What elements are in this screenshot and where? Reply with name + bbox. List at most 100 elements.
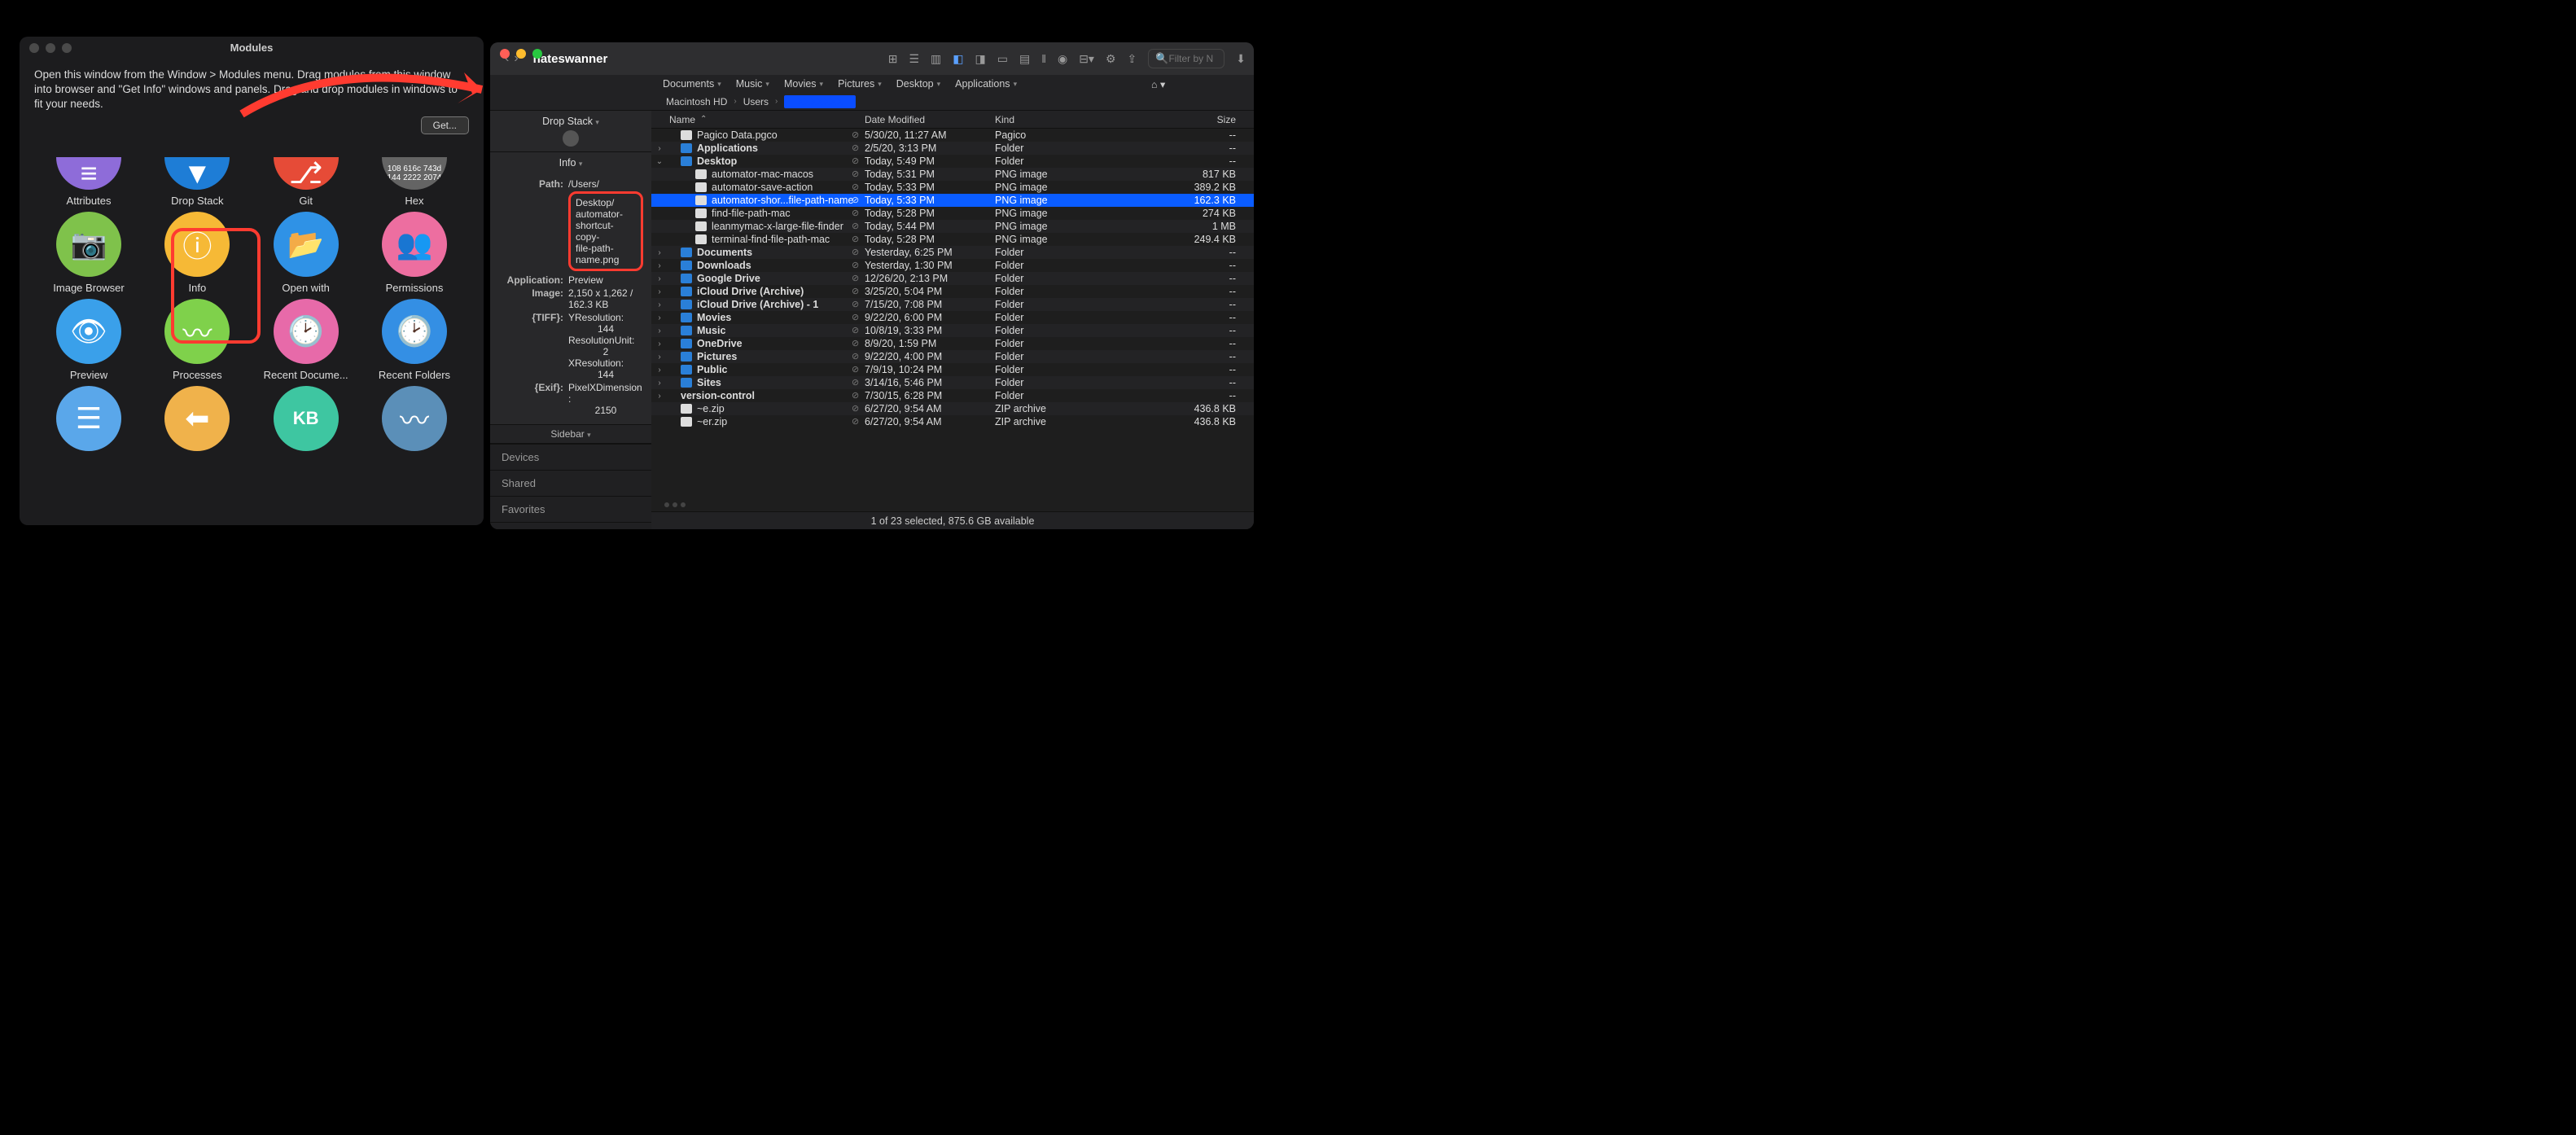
share-icon[interactable]: ⇪ [1128, 52, 1137, 66]
sidebar-header[interactable]: Sidebar [550, 428, 584, 440]
disclosure-icon[interactable]: › [655, 366, 664, 375]
crumb-users[interactable]: Users [743, 96, 769, 107]
quicklook-icon[interactable]: ◉ [1058, 52, 1067, 66]
disclosure-icon[interactable]: › [655, 261, 664, 270]
view-icon[interactable]: ◨ [975, 52, 985, 66]
file-row[interactable]: ›Movies9/22/20, 6:00 PMFolder-- [651, 311, 1254, 324]
file-row[interactable]: ›Sites3/14/16, 5:46 PMFolder-- [651, 376, 1254, 389]
file-size: 817 KB [1158, 169, 1254, 180]
favorite-pictures[interactable]: Pictures▾ [838, 78, 882, 90]
file-row[interactable]: ~e.zip6/27/20, 9:54 AMZIP archive436.8 K… [651, 402, 1254, 415]
download-icon[interactable]: ⬇ [1236, 52, 1246, 66]
drop-stack-header[interactable]: Drop Stack [542, 116, 593, 127]
minimize-icon[interactable] [516, 49, 526, 59]
module-drop-stack[interactable]: ▼ Drop Stack [152, 157, 242, 207]
file-row[interactable]: find-file-path-macToday, 5:28 PMPNG imag… [651, 207, 1254, 220]
file-row[interactable]: ~er.zip6/27/20, 9:54 AMZIP archive436.8 … [651, 415, 1254, 428]
icon-view-icon[interactable]: ⊞ [888, 52, 898, 66]
file-row[interactable]: Pagico Data.pgco5/30/20, 11:27 AMPagico-… [651, 129, 1254, 142]
sidebar-devices[interactable]: Devices [490, 444, 651, 470]
module-recent-documents[interactable]: 🕑 Recent Docume... [261, 299, 351, 381]
file-row[interactable]: terminal-find-file-path-macToday, 5:28 P… [651, 233, 1254, 246]
module-git[interactable]: ⎇ Git [261, 157, 351, 207]
file-row[interactable]: ›Applications2/5/20, 3:13 PMFolder-- [651, 142, 1254, 155]
crumb-user-redacted[interactable]: XXXXXXX [784, 95, 856, 108]
module-preview[interactable]: 👁 Preview [44, 299, 134, 381]
file-row[interactable]: automator-mac-macosToday, 5:31 PMPNG ima… [651, 168, 1254, 181]
file-row[interactable]: automator-save-actionToday, 5:33 PMPNG i… [651, 181, 1254, 194]
file-row[interactable]: ›Public7/9/19, 10:24 PMFolder-- [651, 363, 1254, 376]
crumb-macintosh-hd[interactable]: Macintosh HD [666, 96, 727, 107]
column-date-modified[interactable]: Date Modified [865, 114, 995, 125]
close-icon[interactable] [500, 49, 510, 59]
disclosure-icon[interactable]: › [655, 340, 664, 348]
home-icon[interactable]: ⌂ ▾ [1151, 78, 1165, 90]
file-kind: Folder [995, 286, 1158, 297]
favorite-desktop[interactable]: Desktop▾ [896, 78, 940, 90]
group-icon[interactable]: ⊟▾ [1079, 52, 1094, 66]
file-row[interactable]: ›DocumentsYesterday, 6:25 PMFolder-- [651, 246, 1254, 259]
module-processes[interactable]: 〰 Processes [152, 299, 242, 381]
module-attributes[interactable]: ≡ Attributes [44, 157, 134, 207]
file-row[interactable]: leanmymac-x-large-file-finderToday, 5:44… [651, 220, 1254, 233]
column-view-icon[interactable]: ▥ [931, 52, 941, 66]
file-size: -- [1158, 286, 1254, 297]
file-row[interactable]: ›version-control7/30/15, 6:28 PMFolder-- [651, 389, 1254, 402]
file-size: -- [1158, 377, 1254, 388]
disclosure-icon[interactable]: › [655, 379, 664, 388]
file-row[interactable]: ›DownloadsYesterday, 1:30 PMFolder-- [651, 259, 1254, 272]
column-kind[interactable]: Kind [995, 114, 1158, 125]
file-row[interactable]: automator-shor...file-path-nameToday, 5:… [651, 194, 1254, 207]
module-open-with[interactable]: 📂 Open with [261, 212, 351, 294]
disclosure-icon[interactable]: › [655, 313, 664, 322]
disclosure-icon[interactable]: › [655, 300, 664, 309]
sidebar-favorites[interactable]: Favorites [490, 496, 651, 522]
module-permissions[interactable]: 👥 Permissions [370, 212, 459, 294]
list-view-icon[interactable]: ☰ [909, 52, 919, 66]
sidebar-shared[interactable]: Shared [490, 470, 651, 496]
column-name[interactable]: Name⌃ [651, 114, 865, 125]
modules-description: Open this window from the Window > Modul… [20, 59, 484, 122]
module-info[interactable]: ⓘ Info [152, 212, 242, 294]
target-icon[interactable] [563, 130, 579, 147]
file-row[interactable]: ›Pictures9/22/20, 4:00 PMFolder-- [651, 350, 1254, 363]
sidebar-recent-documents[interactable]: Recent Documents [490, 522, 651, 529]
favorite-documents[interactable]: Documents▾ [663, 78, 721, 90]
search-field[interactable]: 🔍 [1148, 49, 1224, 68]
favorite-applications[interactable]: Applications▾ [955, 78, 1017, 90]
file-row[interactable]: ›Music10/8/19, 3:33 PMFolder-- [651, 324, 1254, 337]
disclosure-icon[interactable]: › [655, 287, 664, 296]
info-header[interactable]: Info [559, 157, 576, 169]
column-size[interactable]: Size [1158, 114, 1254, 125]
file-kind: ZIP archive [995, 403, 1158, 414]
module-image-browser[interactable]: 📷 Image Browser [44, 212, 134, 294]
view-icon[interactable]: ▭ [997, 52, 1008, 66]
get-button[interactable]: Get... [421, 116, 469, 134]
favorite-movies[interactable]: Movies▾ [784, 78, 823, 90]
disclosure-icon[interactable]: ⌄ [655, 157, 664, 166]
file-row[interactable]: ›iCloud Drive (Archive) - 17/15/20, 7:08… [651, 298, 1254, 311]
disclosure-icon[interactable]: › [655, 353, 664, 362]
disclosure-icon[interactable]: › [655, 274, 664, 283]
file-row[interactable]: ›Google Drive12/26/20, 2:13 PMFolder-- [651, 272, 1254, 285]
file-row[interactable]: ›iCloud Drive (Archive)3/25/20, 5:04 PMF… [651, 285, 1254, 298]
file-date: Today, 5:31 PM [865, 169, 995, 180]
module-hex[interactable]: 108 616c 743d144 2222 2074 Hex [370, 157, 459, 207]
module-recent-folders[interactable]: 🕑 Recent Folders [370, 299, 459, 381]
disclosure-icon[interactable]: › [655, 144, 664, 153]
finder-title: nateswanner [533, 52, 608, 66]
disclosure-icon[interactable]: › [655, 392, 664, 401]
file-row[interactable]: ⌄DesktopToday, 5:49 PMFolder-- [651, 155, 1254, 168]
processes-icon: 〰 [164, 299, 230, 364]
gallery-view-icon[interactable]: ◧ [953, 52, 963, 66]
split-icon[interactable]: ‖ [1041, 52, 1046, 65]
file-name: Public [697, 364, 728, 375]
search-input[interactable] [1168, 53, 1217, 64]
zoom-icon[interactable] [532, 49, 542, 59]
action-icon[interactable]: ⚙ [1106, 52, 1116, 66]
favorite-music[interactable]: Music▾ [736, 78, 769, 90]
disclosure-icon[interactable]: › [655, 326, 664, 335]
view-icon[interactable]: ▤ [1019, 52, 1030, 66]
file-row[interactable]: ›OneDrive8/9/20, 1:59 PMFolder-- [651, 337, 1254, 350]
disclosure-icon[interactable]: › [655, 248, 664, 257]
